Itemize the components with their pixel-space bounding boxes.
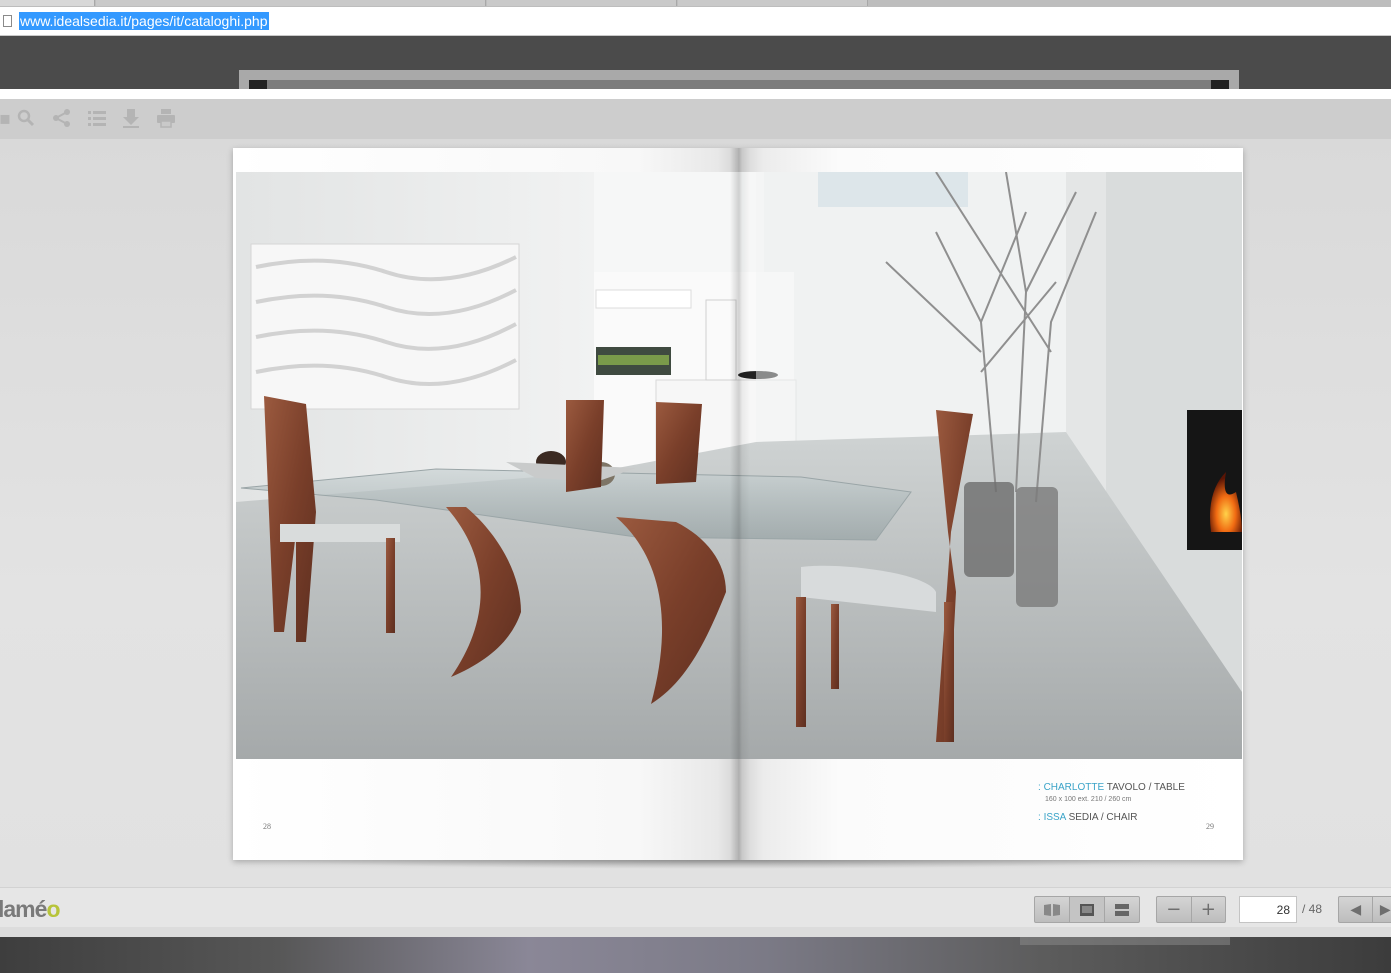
caption-bullet: :: [1038, 782, 1041, 793]
calameo-logo[interactable]: laméo: [0, 896, 61, 923]
page-number-input[interactable]: 28: [1239, 896, 1297, 923]
dining-room-photo: [236, 172, 1242, 759]
search-icon[interactable]: [15, 108, 37, 130]
page-nav-group: ◀ ▶: [1338, 896, 1391, 923]
viewer-toolbar: ▪: [0, 99, 1391, 139]
browser-tab[interactable]: [678, 0, 868, 6]
print-icon[interactable]: [155, 108, 177, 130]
table-dimensions: 160 x 100 ext. 210 / 260 cm: [1045, 796, 1132, 803]
table-name: CHARLOTTE: [1043, 782, 1105, 793]
site-banner: [239, 70, 1239, 89]
url-text[interactable]: www.idealsedia.it/pages/it/cataloghi.php: [19, 12, 269, 30]
site-header: [0, 37, 1391, 89]
viewer-bottom-bar: laméo − + 28 / 48 ◀ ▶: [0, 887, 1391, 927]
page-background: [0, 937, 1391, 973]
single-page-icon[interactable]: [1070, 897, 1105, 922]
browser-tab[interactable]: [0, 0, 95, 6]
page-icon: [3, 15, 12, 27]
book-view-icon[interactable]: [1035, 897, 1070, 922]
zoom-out-button[interactable]: −: [1157, 897, 1192, 922]
flipbook-viewer: ▪ 28 29: CHARLOTTE TAVOLO / TABLE 160 x…: [0, 99, 1391, 937]
browser-tab[interactable]: [487, 0, 677, 6]
previous-page-button[interactable]: ◀: [1339, 897, 1374, 922]
zoom-in-button[interactable]: +: [1192, 897, 1226, 922]
caption-bullet: :: [1038, 812, 1041, 823]
chair-description: SEDIA / CHAIR: [1065, 812, 1138, 823]
share-icon[interactable]: [51, 108, 73, 130]
address-bar[interactable]: www.idealsedia.it/pages/it/cataloghi.php: [0, 7, 1391, 36]
scroll-view-icon[interactable]: [1105, 897, 1139, 922]
zoom-group: − +: [1156, 896, 1226, 923]
chair-name: ISSA: [1043, 812, 1066, 823]
divider: [0, 89, 1391, 99]
reading-stage: 28 29 : CHARLOTTE TAVOLO / TABLE 160 x 1…: [0, 139, 1391, 887]
view-mode-group: [1034, 896, 1140, 923]
table-description: TAVOLO / TABLE: [1104, 782, 1185, 793]
partial-icon[interactable]: ▪: [0, 108, 16, 130]
download-icon[interactable]: [120, 108, 142, 130]
total-pages: / 48: [1302, 902, 1323, 916]
list-icon[interactable]: [86, 108, 108, 130]
left-page-number: 28: [263, 822, 271, 831]
magazine-spread[interactable]: 28 29 : CHARLOTTE TAVOLO / TABLE 160 x 1…: [233, 148, 1243, 860]
browser-tab[interactable]: [96, 0, 486, 6]
product-caption: : CHARLOTTE TAVOLO / TABLE 160 x 100 ext…: [1038, 782, 1185, 824]
next-page-button[interactable]: ▶: [1373, 897, 1391, 922]
browser-tabstrip: [0, 0, 1391, 7]
right-page-number: 29: [1206, 822, 1214, 831]
